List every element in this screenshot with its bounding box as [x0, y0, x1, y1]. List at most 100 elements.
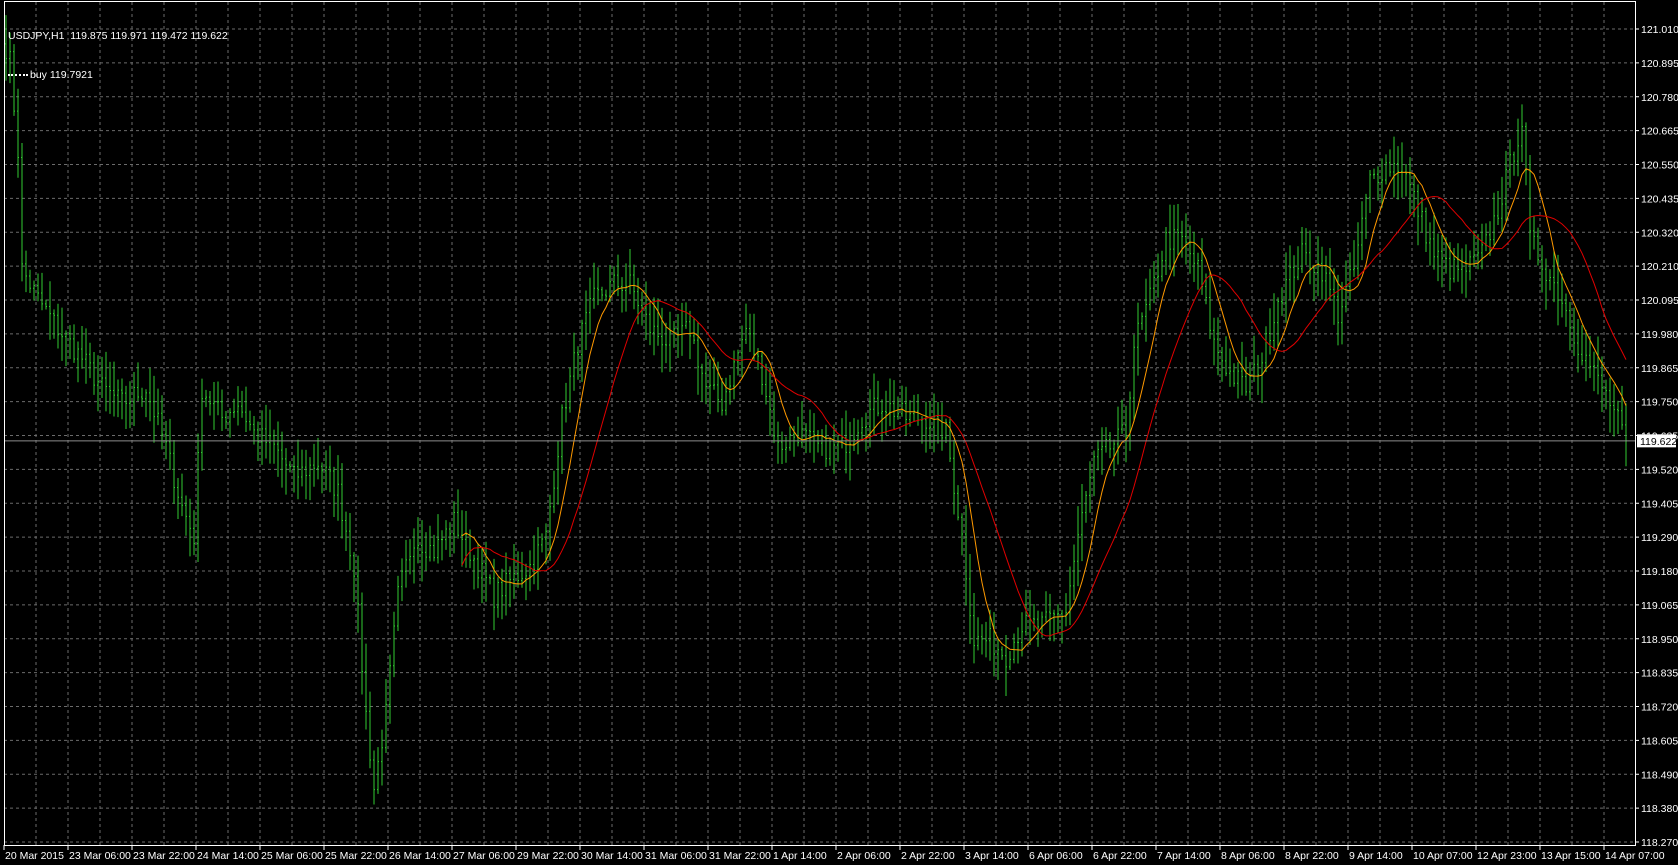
- ohlc-bar: [1501, 176, 1503, 232]
- ohlc-bar: [457, 489, 459, 539]
- ohlc-bar: [441, 530, 443, 561]
- ohlc-bar: [365, 643, 367, 730]
- ohlc-bar: [1441, 235, 1443, 288]
- ohlc-bar: [1457, 243, 1459, 282]
- ohlc-bar: [689, 310, 691, 360]
- ohlc-bar: [789, 426, 791, 451]
- ohlc-bar: [1105, 427, 1107, 453]
- ohlc-bar: [281, 431, 283, 488]
- ohlc-bar: [1349, 252, 1351, 301]
- dotted-line-icon: [8, 74, 28, 77]
- time-tick-label: 9 Apr 14:00: [1349, 850, 1403, 862]
- ohlc-bar: [1605, 379, 1607, 410]
- ohlc-bar: [489, 574, 491, 585]
- ohlc-bar: [1281, 287, 1283, 316]
- ohlc-bar: [385, 678, 387, 753]
- symbol-label: USDJPY,H1: [8, 30, 65, 42]
- ohlc-bar: [1617, 400, 1619, 434]
- ohlc-bar: [1057, 604, 1059, 634]
- ohlc-bar: [633, 264, 635, 310]
- ohlc-bar: [1153, 261, 1155, 304]
- ohlc-bar: [1421, 197, 1423, 233]
- price-chart[interactable]: 121.010 120.895 120.780 120.665 120.550 120.4…: [0, 0, 1678, 865]
- ohlc-bar: [565, 382, 567, 423]
- ohlc-bar: [981, 624, 983, 655]
- ohlc-bar: [1537, 227, 1539, 266]
- ohlc-bar: [821, 429, 823, 456]
- time-tick-label: 31 Mar 06:00: [645, 850, 707, 862]
- ohlc-bar: [1069, 566, 1071, 626]
- ohlc-bar: [1233, 363, 1235, 387]
- ohlc-bar: [21, 143, 23, 282]
- ohlc-bar: [1565, 293, 1567, 327]
- ohlc-bar: [85, 328, 87, 384]
- ohlc-bar: [345, 511, 347, 551]
- time-tick-label: 20 Mar 2015: [5, 850, 64, 862]
- time-axis[interactable]: 20 Mar 2015 23 Mar 06:00 23 Mar 22:00 24 Ma…: [3, 845, 1665, 862]
- price-tick-label: 119.750: [1641, 397, 1678, 409]
- ohlc-bar: [817, 430, 819, 453]
- ohlc-bar: [537, 527, 539, 590]
- ohlc-bar: [857, 419, 859, 455]
- ohlc-bar: [1577, 318, 1579, 373]
- ohlc-bar: [1065, 593, 1067, 627]
- ohlc-bar: [1157, 253, 1159, 298]
- ohlc-bar: [1257, 354, 1259, 396]
- ohlc-bar: [605, 289, 607, 301]
- ohlc-bar: [225, 411, 227, 430]
- ohlc-bar: [249, 410, 251, 431]
- ohlc-bar: [1437, 233, 1439, 282]
- ohlc-bar: [521, 551, 523, 588]
- ohlc-bar: [481, 546, 483, 604]
- ohlc-bar: [1097, 439, 1099, 471]
- ohlc-bar: [421, 520, 423, 582]
- ohlc-bar: [969, 553, 971, 644]
- price-tick-label: 119.180: [1641, 566, 1678, 578]
- ohlc-bar: [197, 433, 199, 562]
- ohlc-bar: [597, 267, 599, 306]
- time-tick-label: 7 Apr 14:00: [1157, 850, 1211, 862]
- ohlc-bar: [497, 577, 499, 618]
- ohlc-bar: [1505, 150, 1507, 222]
- ohlc-bar: [405, 539, 407, 588]
- price-tick-label: 119.405: [1641, 498, 1678, 510]
- ohlc-bar: [1273, 293, 1275, 351]
- ohlc-bar: [593, 262, 595, 309]
- ohlc-bar: [1145, 278, 1147, 342]
- ohlc-bar: [473, 554, 475, 590]
- ohlc-bar: [49, 281, 51, 340]
- ohlc-bar: [65, 330, 67, 367]
- ohlc-bar: [693, 317, 695, 344]
- ohlc-bar: [973, 592, 975, 664]
- ohlc-bar: [1341, 281, 1343, 345]
- ohlc-bar: [401, 558, 403, 602]
- ohlc-bar: [997, 637, 999, 680]
- ohlc-bar: [961, 513, 963, 556]
- ohlc-bar: [169, 418, 171, 471]
- ohlc-bar: [145, 389, 147, 418]
- price-tick-label: 120.320: [1641, 227, 1678, 239]
- price-tick-label: 118.490: [1641, 769, 1678, 781]
- ohlc-bar: [813, 413, 815, 463]
- ohlc-bar: [677, 314, 679, 358]
- ohlc-bar: [705, 352, 707, 405]
- price-tick-label: 120.780: [1641, 92, 1678, 104]
- ohlc-bar: [853, 418, 855, 452]
- time-tick-label: 8 Apr 22:00: [1285, 850, 1339, 862]
- ohlc-bar: [1289, 245, 1291, 301]
- ohlc-bar: [1373, 168, 1375, 179]
- ohlc-bar: [1261, 352, 1263, 404]
- ohlc-bar: [1357, 222, 1359, 280]
- time-tick-label: 30 Mar 14:00: [581, 850, 643, 862]
- ohlc-bar: [5, 15, 7, 81]
- ohlc-bar: [897, 396, 899, 420]
- ohlc-bar: [517, 551, 519, 588]
- time-tick-label: 6 Apr 06:00: [1029, 850, 1083, 862]
- moving-averages: [461, 168, 1627, 651]
- time-tick-label: 31 Mar 22:00: [709, 850, 771, 862]
- ohlc-bar: [1385, 154, 1387, 185]
- ohlc-bar: [709, 359, 711, 415]
- ohlc-bar: [1129, 391, 1131, 451]
- ohlc-bar: [573, 332, 575, 391]
- ohlc-bar: [841, 418, 843, 449]
